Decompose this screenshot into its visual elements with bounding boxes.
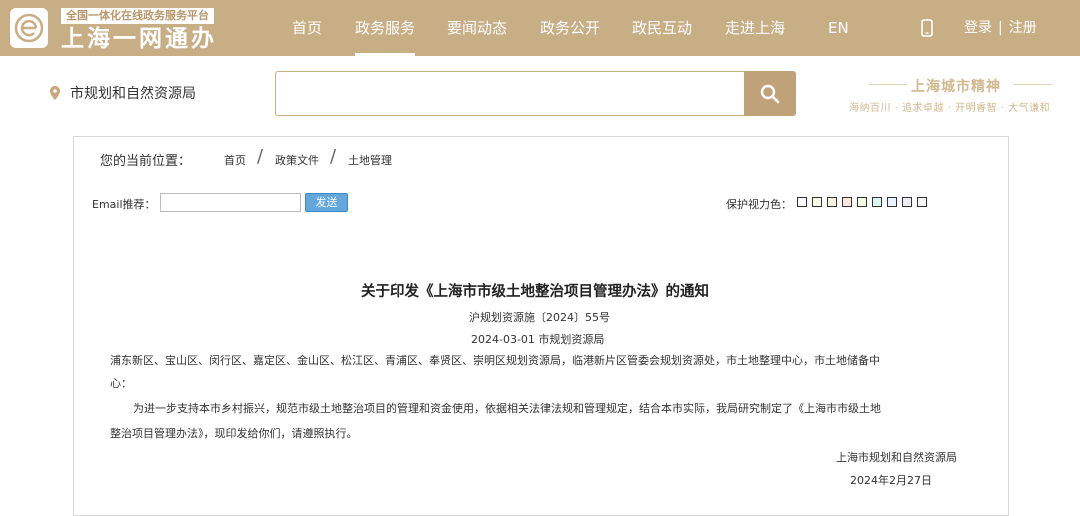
send-button[interactable]: 发送 [305, 193, 348, 212]
nav-interaction[interactable]: 政民互动 [632, 0, 692, 56]
document-body-line2: 整治项目管理办法》，现印发给你们，请遵照执行。 [110, 427, 358, 440]
eye-care-swatch[interactable] [797, 197, 807, 207]
eye-care-swatch[interactable] [902, 197, 912, 207]
logo-e-icon [14, 13, 44, 43]
nav-news[interactable]: 要闻动态 [447, 0, 507, 56]
eye-care-swatch[interactable] [872, 197, 882, 207]
nav-about-shanghai[interactable]: 走进上海 [725, 0, 785, 56]
search-input[interactable] [275, 71, 745, 116]
login-register: 登录 | 注册 [964, 0, 1037, 56]
city-spirit-motto: 海纳百川 · 追求卓越 · 开明睿智 · 大气谦和 [849, 103, 1051, 114]
search-button[interactable] [744, 71, 796, 116]
email-recommend-label: Email推荐： [92, 198, 156, 211]
breadcrumb-separator: / [257, 146, 264, 167]
eye-care-swatch[interactable] [812, 197, 822, 207]
register-link[interactable]: 注册 [1009, 20, 1037, 36]
search-icon [760, 84, 780, 104]
eye-care-swatch[interactable] [917, 197, 927, 207]
logo-tagline: 全国一体化在线政务服务平台 [61, 8, 214, 24]
eye-care-swatch[interactable] [842, 197, 852, 207]
login-separator: | [998, 20, 1003, 36]
logo-title[interactable]: 上海一网通办 [61, 26, 217, 52]
document-body-line1: 为进一步支持本市乡村振兴，规范市级土地整治项目的管理和资金使用，依据相关法律法规… [133, 402, 881, 415]
top-nav-bar: 全国一体化在线政务服务平台 上海一网通办 首页 政务服务 要闻动态 政务公开 政… [0, 0, 1080, 56]
nav-home[interactable]: 首页 [292, 0, 322, 56]
nav-english[interactable]: EN [828, 0, 849, 56]
breadcrumb-home[interactable]: 首页 [224, 152, 246, 168]
document-title: 关于印发《上海市市级土地整治项目管理办法》的通知 [361, 284, 709, 300]
email-input[interactable] [160, 193, 301, 212]
document-recipients-line2: 心： [110, 377, 132, 390]
spirit-divider-left [869, 84, 907, 85]
eye-care-color-label: 保护视力色： [726, 198, 792, 211]
mobile-phone-icon[interactable] [921, 19, 933, 37]
spirit-divider-right [1014, 84, 1052, 85]
nav-services[interactable]: 政务服务 [355, 0, 416, 56]
document-recipients-line1: 浦东新区、宝山区、闵行区、嘉定区、金山区、松江区、青浦区、奉贤区、崇明区规划资源… [110, 354, 880, 367]
login-link[interactable]: 登录 [964, 20, 992, 36]
breadcrumb-label: 您的当前位置： [100, 154, 192, 169]
breadcrumb-separator: / [330, 146, 337, 167]
location-pin-icon [50, 86, 60, 100]
breadcrumb-policy-docs[interactable]: 政策文件 [275, 152, 319, 168]
nav-public-affairs[interactable]: 政务公开 [540, 0, 600, 56]
document-number: 沪规划资源施〔2024〕55号 [469, 311, 610, 324]
document-meta: 2024-03-01 市规划资源局 [471, 333, 605, 346]
document-signature: 上海市规划和自然资源局 [836, 451, 957, 464]
eye-care-swatch[interactable] [857, 197, 867, 207]
city-spirit-title: 上海城市精神 [911, 79, 1001, 95]
department-location[interactable]: 市规划和自然资源局 [70, 83, 196, 103]
breadcrumb-land-management[interactable]: 土地管理 [348, 152, 392, 168]
eye-care-swatch[interactable] [827, 197, 837, 207]
site-logo[interactable] [10, 8, 48, 48]
document-date: 2024年2月27日 [850, 474, 932, 487]
eye-care-swatch[interactable] [887, 197, 897, 207]
